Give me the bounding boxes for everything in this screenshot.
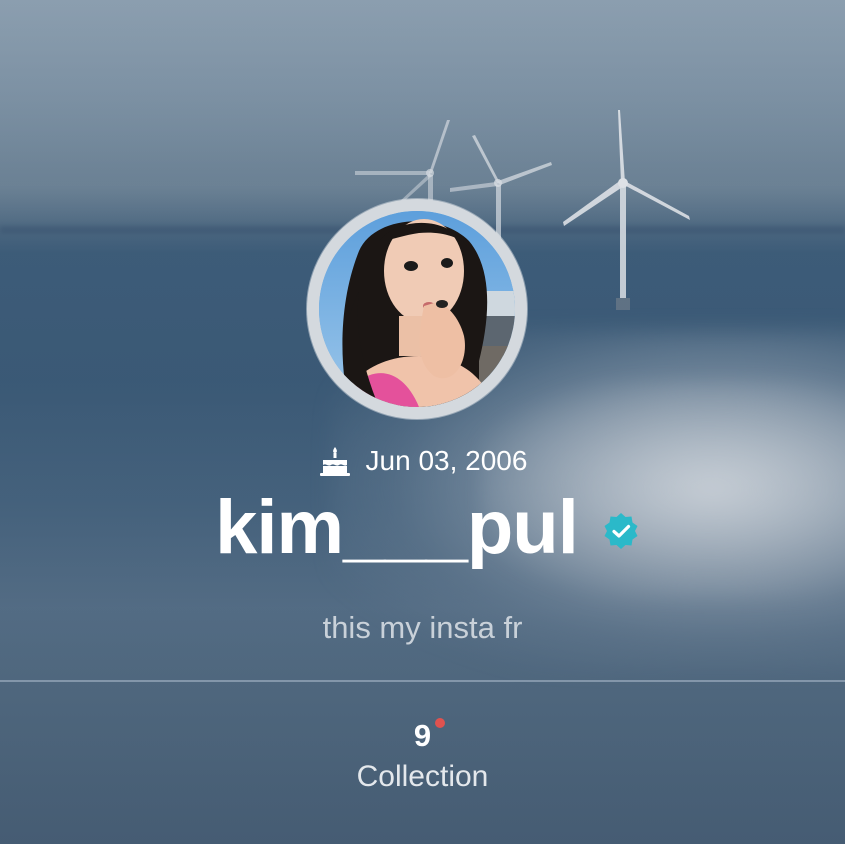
bio-text: this my insta fr bbox=[322, 610, 523, 645]
cake-icon bbox=[319, 447, 350, 476]
collection-stat[interactable]: 9 Collection bbox=[0, 718, 845, 794]
profile-photo-image bbox=[319, 211, 515, 407]
collection-count-wrapper: 9 bbox=[413, 718, 446, 754]
divider bbox=[0, 680, 845, 682]
username: kim___pul bbox=[215, 485, 579, 570]
avatar-photo bbox=[319, 211, 515, 407]
birthday-row: Jun 03, 2006 bbox=[0, 444, 845, 478]
avatar[interactable] bbox=[307, 199, 527, 419]
profile-screen: Jun 03, 2006 kim___pul this my insta fr … bbox=[0, 0, 845, 844]
username-row: kim___pul bbox=[0, 490, 845, 566]
collection-label: Collection bbox=[356, 760, 489, 793]
collection-count: 9 bbox=[413, 718, 432, 753]
birthday-text: Jun 03, 2006 bbox=[365, 445, 528, 476]
verified-badge-icon bbox=[604, 513, 638, 549]
new-indicator-dot bbox=[435, 718, 446, 728]
